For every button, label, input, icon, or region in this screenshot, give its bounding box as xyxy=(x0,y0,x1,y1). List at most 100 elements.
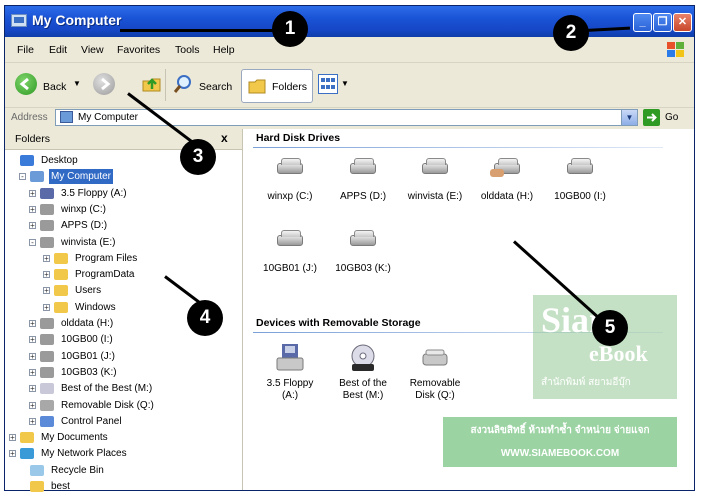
drive-icon xyxy=(40,366,54,378)
expand-icon[interactable]: + xyxy=(43,287,50,295)
expand-icon[interactable]: + xyxy=(43,271,50,279)
standard-toolbar: Back ▼ Search Folders ▼ xyxy=(5,63,694,108)
control-icon xyxy=(40,415,54,427)
hard-disk-item[interactable]: olddata (H:) xyxy=(472,157,542,203)
tree-item[interactable]: best xyxy=(5,479,241,494)
tree-item-label: Windows xyxy=(75,301,116,313)
removable-device-item[interactable]: 3.5 Floppy (A:) xyxy=(255,344,325,402)
forward-button[interactable] xyxy=(93,73,115,95)
search-icon xyxy=(173,74,193,94)
menu-view[interactable]: View xyxy=(81,44,104,56)
expand-icon[interactable]: + xyxy=(9,450,16,458)
hard-disk-item[interactable]: 10GB01 (J:) xyxy=(255,229,325,275)
menu-file[interactable]: File xyxy=(17,44,34,56)
tree-item-label: 3.5 Floppy (A:) xyxy=(61,187,127,199)
address-value: My Computer xyxy=(78,112,139,123)
expand-icon[interactable]: + xyxy=(29,368,36,376)
tree-item-label: My Network Places xyxy=(41,448,127,460)
callout-4: 4 xyxy=(187,300,223,336)
expand-icon[interactable]: + xyxy=(9,434,16,442)
expand-icon[interactable]: + xyxy=(43,303,50,311)
tree-item-label: Best of the Best (M:) xyxy=(61,383,153,395)
removable-storage-heading: Devices with Removable Storage xyxy=(256,317,421,329)
removable-label-line2: (A:) xyxy=(281,390,299,401)
folders-button[interactable]: Folders xyxy=(241,69,313,103)
hard-disk-item[interactable]: 10GB00 (I:) xyxy=(545,157,615,203)
tree-item[interactable]: + ProgramData xyxy=(5,267,241,282)
recycle-icon xyxy=(30,464,44,476)
views-dropdown-icon: ▼ xyxy=(341,79,349,88)
tree-item-label: Desktop xyxy=(41,155,78,166)
drive-icon xyxy=(40,203,54,215)
menu-help[interactable]: Help xyxy=(213,44,235,56)
hard-disk-item[interactable]: APPS (D:) xyxy=(328,157,398,203)
callout-2: 2 xyxy=(553,15,589,51)
expand-icon[interactable]: + xyxy=(29,385,36,393)
expand-icon[interactable]: + xyxy=(29,352,36,360)
folders-pane-title: Folders xyxy=(15,133,51,145)
window-title: My Computer xyxy=(32,12,122,28)
address-label: Address xyxy=(11,112,48,123)
go-button[interactable]: Go xyxy=(643,109,689,127)
hard-disk-drives-heading: Hard Disk Drives xyxy=(256,132,341,144)
tree-item[interactable]: + My Documents xyxy=(5,430,241,445)
tree-item-label: My Computer xyxy=(49,169,114,185)
back-dropdown-icon[interactable]: ▼ xyxy=(73,79,81,88)
expand-icon[interactable]: + xyxy=(29,205,36,213)
copyright-watermark: สงวนลิขสิทธิ์ ห้ามทำซ้ำ จำหน่าย จ่ายแจก … xyxy=(443,417,677,467)
tree-item-label: 10GB00 (I:) xyxy=(61,334,113,346)
tree-item[interactable]: + Control Panel xyxy=(5,414,241,429)
tree-item-label: Removable Disk (Q:) xyxy=(61,399,154,411)
menu-favorites[interactable]: Favorites xyxy=(117,44,160,56)
title-bar[interactable]: My Computer _ ❐ ✕ xyxy=(5,6,694,37)
tree-item[interactable]: + Program Files xyxy=(5,251,241,266)
collapse-icon[interactable]: - xyxy=(29,238,36,246)
tree-item[interactable]: - winvista (E:) xyxy=(5,235,241,250)
expand-icon[interactable]: + xyxy=(29,320,36,328)
folders-pane-close-button[interactable]: x xyxy=(221,131,228,145)
hard-disk-item[interactable]: winxp (C:) xyxy=(255,157,325,203)
drive-icon xyxy=(40,350,54,362)
tree-item[interactable]: + My Network Places xyxy=(5,446,241,461)
go-arrow-icon xyxy=(643,109,660,126)
expand-icon[interactable]: + xyxy=(43,254,50,262)
tree-item[interactable]: +10GB03 (K:) xyxy=(5,365,241,380)
removable-device-item[interactable]: Removable Disk (Q:) xyxy=(400,344,470,402)
tree-item[interactable]: + APPS (D:) xyxy=(5,218,241,233)
expand-icon[interactable]: + xyxy=(29,222,36,230)
menu-edit[interactable]: Edit xyxy=(49,44,67,56)
folder-icon xyxy=(20,432,34,444)
views-button[interactable]: ▼ xyxy=(318,74,350,96)
tree-item[interactable]: + Best of the Best (M:) xyxy=(5,381,241,396)
address-input[interactable]: My Computer ▼ xyxy=(55,109,638,126)
hard-disk-item[interactable]: 10GB03 (K:) xyxy=(328,229,398,275)
minimize-button[interactable]: _ xyxy=(633,13,652,32)
folder-icon xyxy=(54,301,68,313)
address-dropdown-icon[interactable]: ▼ xyxy=(621,110,637,125)
menu-tools[interactable]: Tools xyxy=(175,44,200,56)
tree-item[interactable]: + winxp (C:) xyxy=(5,202,241,217)
tree-item[interactable]: +3.5 Floppy (A:) xyxy=(5,186,241,201)
desktop-icon xyxy=(20,155,34,166)
collapse-icon[interactable]: - xyxy=(19,173,26,181)
removable-device-item[interactable]: Best of the Best (M:) xyxy=(328,344,398,402)
callout-1: 1 xyxy=(272,11,308,47)
tree-item[interactable]: + Removable Disk (Q:) xyxy=(5,398,241,413)
hard-disk-label: olddata (H:) xyxy=(480,191,534,202)
expand-icon[interactable]: + xyxy=(29,189,36,197)
expand-icon[interactable]: + xyxy=(29,336,36,344)
tree-item[interactable]: + Users xyxy=(5,283,241,298)
tree-item[interactable]: Recycle Bin xyxy=(5,463,241,478)
tree-item-label: Users xyxy=(75,285,102,297)
up-folder-button[interactable] xyxy=(141,72,163,94)
expand-icon[interactable]: + xyxy=(29,417,36,425)
restore-button[interactable]: ❐ xyxy=(653,13,672,32)
close-button[interactable]: ✕ xyxy=(673,13,692,32)
search-label: Search xyxy=(199,81,233,93)
hard-drive-icon xyxy=(275,157,305,179)
tree-item[interactable]: +10GB01 (J:) xyxy=(5,349,241,364)
expand-icon[interactable]: + xyxy=(29,401,36,409)
hard-disk-label: 10GB00 (I:) xyxy=(554,191,606,202)
folder-icon xyxy=(54,269,68,281)
hard-disk-item[interactable]: winvista (E:) xyxy=(400,157,470,203)
